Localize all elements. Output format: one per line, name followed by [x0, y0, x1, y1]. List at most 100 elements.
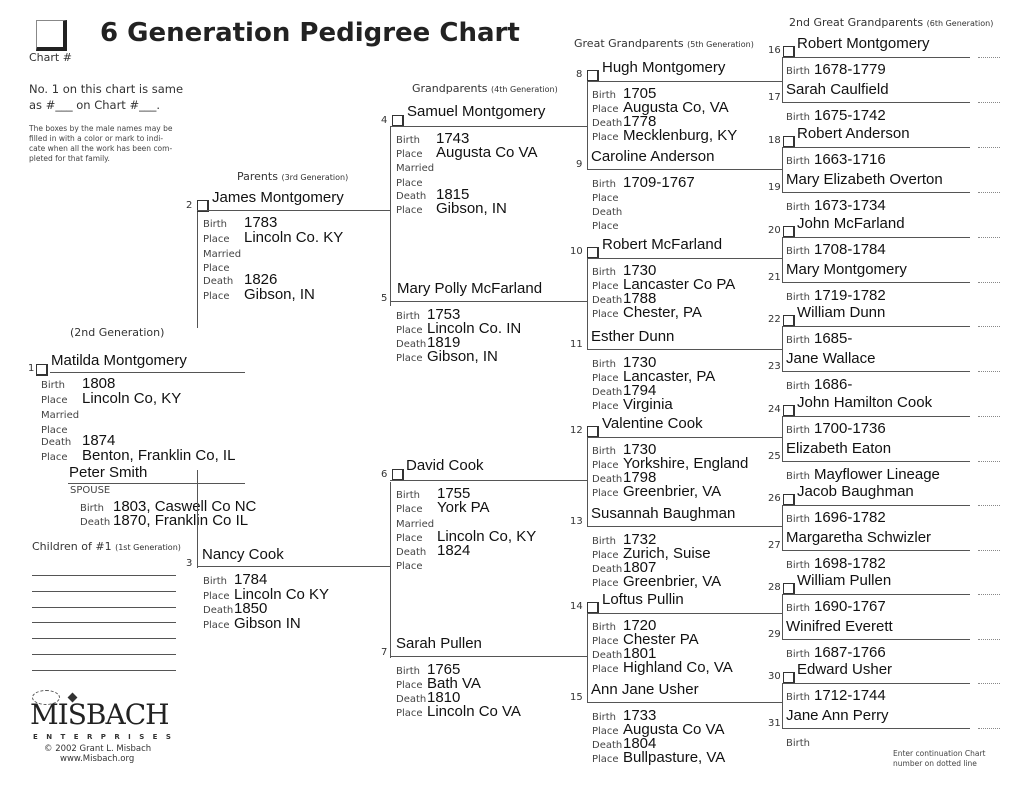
continuation-line[interactable] [978, 282, 1000, 283]
death-place[interactable]: Gibson, IN [244, 287, 315, 302]
death-place[interactable]: Gibson, IN [436, 201, 507, 216]
birth-place[interactable]: Augusta Co VA [436, 145, 537, 160]
death-date[interactable]: 1870, Franklin Co IL [113, 513, 248, 528]
person-name-10[interactable]: Robert McFarland [602, 236, 722, 253]
birth-date[interactable]: 1675-1742 [814, 108, 886, 123]
death-place[interactable]: Lincoln Co VA [427, 704, 521, 719]
continuation-line[interactable] [978, 57, 1000, 58]
person-name-30[interactable]: Edward Usher [797, 661, 892, 678]
chart-number-box[interactable] [36, 20, 67, 51]
person-name-11[interactable]: Esther Dunn [591, 328, 674, 345]
person-name-15[interactable]: Ann Jane Usher [591, 681, 699, 698]
birth-date[interactable]: 1712-1744 [814, 688, 886, 703]
death-place[interactable]: Highland Co, VA [623, 660, 733, 675]
birth-date[interactable]: 1719-1782 [814, 288, 886, 303]
person-name-14[interactable]: Loftus Pullin [602, 591, 684, 608]
person-name-16[interactable]: Robert Montgomery [797, 35, 930, 52]
death-place[interactable]: Gibson IN [234, 616, 301, 631]
birth-date[interactable]: 1708-1784 [814, 242, 886, 257]
child-line[interactable] [32, 575, 176, 576]
generation-label-3: Parents (3rd Generation) [237, 170, 348, 183]
continuation-line[interactable] [978, 371, 1000, 372]
continuation-line[interactable] [978, 102, 1000, 103]
person-name-12[interactable]: Valentine Cook [602, 415, 703, 432]
bracket-line [587, 81, 588, 169]
person-name-31[interactable]: Jane Ann Perry [786, 707, 889, 724]
continuation-line[interactable] [978, 416, 1000, 417]
birth-date[interactable]: 1700-1736 [814, 421, 886, 436]
child-line[interactable] [32, 654, 176, 655]
birth-date[interactable]: 1678-1779 [814, 62, 886, 77]
person-number: 23 [768, 361, 781, 372]
child-line[interactable] [32, 607, 176, 608]
birth-date[interactable]: 1685- [814, 331, 852, 346]
person-name-3[interactable]: Nancy Cook [202, 546, 284, 563]
birth-date[interactable]: 1673-1734 [814, 198, 886, 213]
spouse-name[interactable]: Peter Smith [69, 464, 147, 481]
person-name-17[interactable]: Sarah Caulfield [786, 81, 889, 98]
person-name-24[interactable]: John Hamilton Cook [797, 394, 932, 411]
continuation-line[interactable] [978, 728, 1000, 729]
birth-place[interactable]: York PA [437, 500, 490, 515]
person-name-9[interactable]: Caroline Anderson [591, 148, 714, 165]
continuation-line[interactable] [978, 683, 1000, 684]
person-name-28[interactable]: William Pullen [797, 572, 891, 589]
person-name-23[interactable]: Jane Wallace [786, 350, 876, 367]
person-name-2[interactable]: James Montgomery [212, 189, 344, 206]
person-name-22[interactable]: William Dunn [797, 304, 885, 321]
birth-place[interactable]: Lincoln Co, KY [82, 391, 181, 406]
death-place[interactable]: Greenbrier, VA [623, 574, 721, 589]
person-name-29[interactable]: Winifred Everett [786, 618, 893, 635]
continuation-line[interactable] [978, 147, 1000, 148]
generation-main: 2nd Great Grandparents [789, 16, 924, 29]
name-line [782, 237, 970, 238]
website-link[interactable]: www.Misbach.org [60, 754, 134, 764]
child-line[interactable] [32, 622, 176, 623]
person-name-19[interactable]: Mary Elizabeth Overton [786, 171, 943, 188]
birth-date[interactable]: 1687-1766 [814, 645, 886, 660]
birth-place[interactable]: Lincoln Co. KY [244, 230, 343, 245]
birth-date[interactable]: 1709-1767 [623, 175, 695, 190]
birth-date[interactable]: Mayflower Lineage [814, 467, 940, 482]
child-line[interactable] [32, 638, 176, 639]
person-name-5[interactable]: Mary Polly McFarland [397, 280, 542, 297]
person-name-27[interactable]: Margaretha Schwizler [786, 529, 931, 546]
person-name-8[interactable]: Hugh Montgomery [602, 59, 725, 76]
person-name-26[interactable]: Jacob Baughman [797, 483, 914, 500]
birth-date[interactable]: 1698-1782 [814, 556, 886, 571]
continuation-line[interactable] [978, 550, 1000, 551]
person-name-18[interactable]: Robert Anderson [797, 125, 910, 142]
continuation-line[interactable] [978, 237, 1000, 238]
person-name-7[interactable]: Sarah Pullen [396, 635, 482, 652]
death-place[interactable]: Chester, PA [623, 305, 702, 320]
continuation-line[interactable] [978, 594, 1000, 595]
death-place[interactable]: Gibson, IN [427, 349, 498, 364]
continuation-line[interactable] [978, 639, 1000, 640]
birth-date[interactable]: 1696-1782 [814, 510, 886, 525]
place-label: Place [592, 578, 619, 589]
birth-date[interactable]: 1686- [814, 377, 852, 392]
death-place[interactable]: Benton, Franklin Co, IL [82, 448, 235, 463]
death-date[interactable]: 1824 [437, 543, 470, 558]
death-place[interactable]: Bullpasture, VA [623, 750, 725, 765]
birth-date[interactable]: 1663-1716 [814, 152, 886, 167]
person-name-20[interactable]: John McFarland [797, 215, 905, 232]
person-name-1[interactable]: Matilda Montgomery [51, 352, 187, 369]
person-name-6[interactable]: David Cook [406, 457, 484, 474]
continuation-line[interactable] [978, 326, 1000, 327]
death-place[interactable]: Greenbrier, VA [623, 484, 721, 499]
death-place[interactable]: Mecklenburg, KY [623, 128, 737, 143]
p3-dplace-row: Place Gibson IN [203, 613, 301, 633]
continuation-line[interactable] [978, 192, 1000, 193]
birth-date[interactable]: 1690-1767 [814, 599, 886, 614]
person-number: 8 [576, 69, 583, 80]
continuation-line[interactable] [978, 505, 1000, 506]
person-name-13[interactable]: Susannah Baughman [591, 505, 735, 522]
person-name-4[interactable]: Samuel Montgomery [407, 103, 545, 120]
person-name-21[interactable]: Mary Montgomery [786, 261, 907, 278]
continuation-line[interactable] [978, 461, 1000, 462]
child-line[interactable] [32, 591, 176, 592]
death-place[interactable]: Virginia [623, 397, 673, 412]
child-line[interactable] [32, 670, 176, 671]
person-name-25[interactable]: Elizabeth Eaton [786, 440, 891, 457]
